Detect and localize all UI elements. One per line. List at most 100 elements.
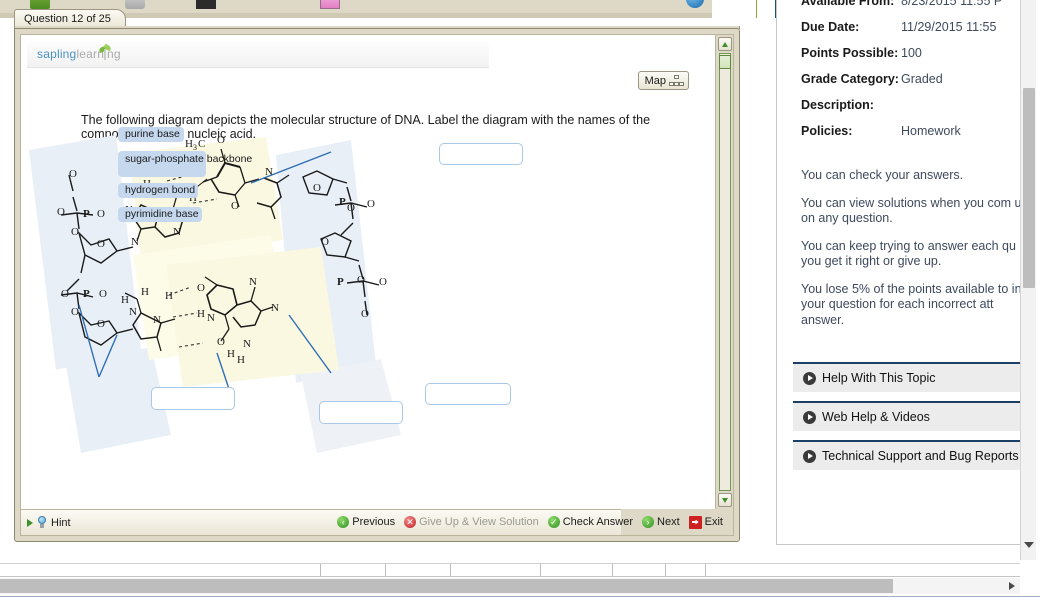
grid-icon[interactable] [196,0,216,9]
horizontal-scroll-right-arrow[interactable] [1009,582,1015,590]
map-button-label: Map [644,75,666,87]
page-vertical-scrollbar[interactable] [1020,0,1036,560]
section-technical-support[interactable]: Technical Support and Bug Reports [793,440,1031,470]
svg-text:H: H [141,286,149,298]
footer-divider-top [0,563,1020,564]
question-tab[interactable]: Question 12 of 25 [14,9,126,27]
label-chip-sugar-phosphate-backbone[interactable]: sugar-phosphate backbone [118,151,252,177]
policy-line: You can view solutions when you com up o… [801,195,1029,226]
previous-label: Previous [352,516,396,528]
policy-line: You can check your answers. [801,168,964,182]
question-content: saplinglearning The following diagram de… [21,35,715,509]
divider-green [756,0,757,18]
previous-button[interactable]: ‹ Previous [337,516,395,528]
svg-text:O: O [321,236,329,248]
check-circle-icon: ✓ [547,516,560,528]
scroll-up-button[interactable] [718,37,732,51]
policy-line: You can keep trying to answer each qu yo… [801,238,1016,269]
question-panel-inner: saplinglearning The following diagram de… [20,34,734,536]
answer-box-bottom-left[interactable] [151,387,235,410]
answer-box-bottom-center[interactable] [319,401,403,424]
scroll-thumb[interactable] [719,55,731,69]
svg-text:N: N [131,236,139,248]
answer-box-bottom-right[interactable] [425,383,511,405]
svg-text:O: O [217,135,225,146]
next-label: Next [657,516,680,528]
svg-text:O: O [99,288,107,300]
svg-text:N: N [249,276,257,288]
svg-text:H: H [185,138,193,150]
meta-label: Policies: [801,124,853,138]
svg-text:H: H [121,294,129,306]
svg-text:P: P [83,288,90,300]
label-chip-purine-base[interactable]: purine base [118,127,184,142]
hint-label: Hint [51,516,71,529]
exit-button[interactable]: Exit [688,515,723,529]
plant-icon[interactable] [30,0,50,9]
label-chip-pyrimidine-base[interactable]: pyrimidine base [118,207,202,222]
svg-text:O: O [97,238,105,250]
section-label: Help With This Topic [822,371,936,385]
meta-row: Due Date: 11/29/2015 11:55 [801,20,1031,35]
svg-text:N: N [153,314,161,326]
svg-text:N: N [129,306,137,318]
svg-text:O: O [71,226,79,238]
meta-label: Available From: [801,0,895,8]
meta-value: 11/29/2015 11:55 [901,20,997,34]
footer-spacer [0,557,1020,559]
globe-icon[interactable] [686,0,704,8]
sapling-learning-logo: saplinglearning [37,43,121,61]
check-answer-label: Check Answer [562,516,634,528]
section-web-help-videos[interactable]: Web Help & Videos [793,401,1031,431]
svg-text:H: H [237,354,245,366]
badge-icon[interactable] [125,0,145,9]
play-circle-icon [803,410,816,424]
svg-text:H: H [227,348,235,360]
svg-text:P: P [339,196,346,208]
play-circle-icon [803,449,816,463]
question-scrollbar[interactable] [715,35,733,509]
page-horizontal-scrollbar[interactable] [0,578,1020,594]
meta-value: 8/23/2015 11:55 P [901,0,1003,8]
next-button[interactable]: › Next [642,516,680,528]
svg-text:O: O [57,206,65,218]
footer-divider-bottom [0,576,1020,577]
svg-text:O: O [71,306,79,318]
meta-label: Description: [801,98,874,112]
svg-text:H: H [165,290,173,302]
meta-label: Due Date: [801,20,860,34]
meta-row: Points Possible: 100 [801,46,1031,61]
give-up-button[interactable]: ✕ Give Up & View Solution [404,516,539,528]
svg-text:O: O [61,288,69,300]
page-scroll-down-arrow[interactable] [1024,542,1034,548]
svg-text:N: N [207,312,215,324]
svg-text:O: O [367,198,375,210]
svg-text:O: O [231,200,239,212]
svg-text:O: O [197,282,205,294]
check-answer-button[interactable]: ✓ Check Answer [547,516,634,528]
svg-text:C: C [198,138,205,150]
back-arrow-icon: ‹ [337,516,350,528]
svg-text:O: O [97,318,105,330]
image-icon[interactable] [320,0,340,9]
svg-text:O: O [357,274,365,286]
svg-text:P: P [337,276,344,288]
scroll-track[interactable] [719,53,731,491]
scroll-down-button[interactable] [718,493,732,507]
close-x-icon: ✕ [404,516,417,528]
sitemap-icon [669,75,684,87]
meta-value: Graded [901,72,943,86]
horizontal-scroll-thumb[interactable] [0,579,893,593]
question-action-bar: Hint ‹ Previous ✕ Give Up & View Solutio… [21,509,733,535]
label-chip-hydrogen-bond[interactable]: hydrogen bond [118,183,198,198]
exit-door-icon [688,515,702,529]
meta-row: Description: [801,98,1031,113]
policy-line: You lose 5% of the points available to i… [801,281,1022,327]
section-help-with-this-topic[interactable]: Help With This Topic [793,362,1031,392]
logo-bar: saplinglearning [27,42,489,68]
page-scroll-thumb[interactable] [1023,88,1035,288]
policy-text-block: You can check your answers. You can view… [801,168,1031,340]
map-button[interactable]: Map [637,71,689,90]
answer-box-top-right[interactable] [439,143,523,165]
assignment-metadata: Available From: 8/23/2015 11:55 P Due Da… [801,0,1031,150]
